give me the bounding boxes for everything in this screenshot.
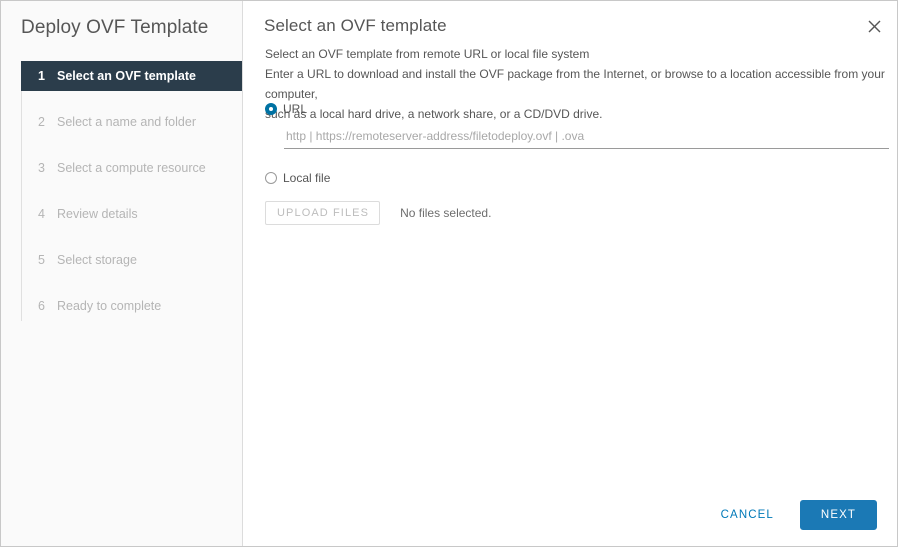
files-selected-status: No files selected.	[400, 206, 491, 220]
radio-local-file-icon[interactable]	[265, 172, 277, 184]
description-line-1: Select an OVF template from remote URL o…	[265, 44, 895, 64]
sidebar-step-select-storage[interactable]: 5 Select storage	[22, 245, 243, 275]
next-button[interactable]: NEXT	[800, 500, 877, 530]
sidebar-step-ready-to-complete[interactable]: 6 Ready to complete	[22, 291, 243, 321]
sidebar-step-select-a-compute-resource[interactable]: 3 Select a compute resource	[22, 153, 243, 183]
close-icon[interactable]	[861, 13, 887, 39]
wizard-title: Deploy OVF Template	[21, 17, 208, 39]
sidebar-step-select-an-ovf-template[interactable]: 1 Select an OVF template	[21, 61, 242, 91]
page-title: Select an OVF template	[264, 16, 447, 36]
url-input-container	[284, 127, 889, 149]
step-number: 4	[38, 207, 52, 221]
step-label: Select storage	[57, 253, 137, 267]
radio-url-label: URL	[283, 102, 307, 116]
page-description: Select an OVF template from remote URL o…	[265, 44, 895, 124]
step-number: 2	[38, 115, 52, 129]
deploy-ovf-template-dialog: Deploy OVF Template 1 Select an OVF temp…	[0, 0, 898, 547]
url-input[interactable]	[284, 129, 889, 145]
wizard-sidebar: Deploy OVF Template 1 Select an OVF temp…	[1, 1, 243, 547]
wizard-step-list: 1 Select an OVF template 2 Select a name…	[21, 61, 243, 321]
radio-option-url[interactable]: URL	[265, 102, 307, 116]
step-label: Select a compute resource	[57, 161, 206, 175]
upload-files-button[interactable]: UPLOAD FILES	[265, 201, 380, 225]
step-number: 6	[38, 299, 52, 313]
radio-url-icon[interactable]	[265, 103, 277, 115]
step-label: Select an OVF template	[57, 69, 196, 83]
step-label: Review details	[57, 207, 138, 221]
wizard-content-pane: Select an OVF template Select an OVF tem…	[244, 1, 897, 546]
step-label: Select a name and folder	[57, 115, 196, 129]
cancel-button[interactable]: CANCEL	[709, 501, 786, 529]
sidebar-step-select-a-name-and-folder[interactable]: 2 Select a name and folder	[22, 107, 243, 137]
upload-files-row: UPLOAD FILES No files selected.	[265, 201, 491, 225]
description-line-3: such as a local hard drive, a network sh…	[265, 104, 895, 124]
sidebar-step-review-details[interactable]: 4 Review details	[22, 199, 243, 229]
radio-local-file-label: Local file	[283, 171, 330, 185]
description-line-2: Enter a URL to download and install the …	[265, 64, 893, 104]
step-label: Ready to complete	[57, 299, 161, 313]
radio-option-local-file[interactable]: Local file	[265, 171, 330, 185]
step-number: 1	[38, 69, 52, 83]
step-number: 5	[38, 253, 52, 267]
dialog-footer: CANCEL NEXT	[709, 500, 877, 530]
step-number: 3	[38, 161, 52, 175]
